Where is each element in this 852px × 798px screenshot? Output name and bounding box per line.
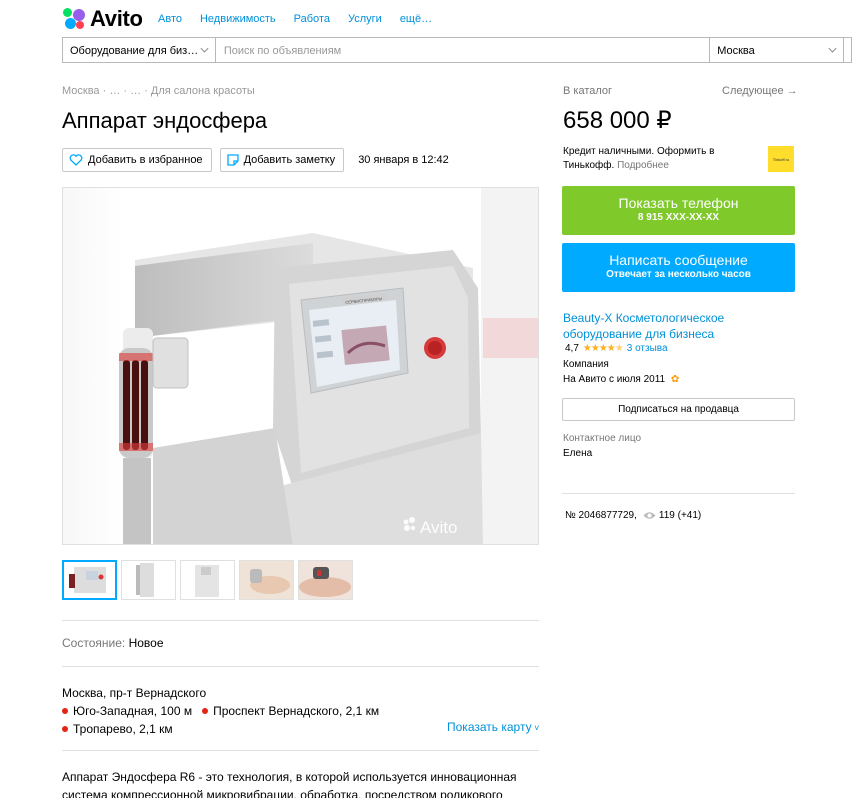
- add-to-favorites-button[interactable]: Добавить в избранное: [62, 148, 212, 172]
- category-select[interactable]: Оборудование для биз…: [62, 37, 215, 63]
- metro-icon: [202, 708, 209, 714]
- price: 658 000 ₽: [563, 107, 672, 134]
- phone-button-label: Показать телефон: [618, 195, 739, 211]
- divider: [62, 750, 539, 751]
- credit-offer[interactable]: Кредит наличными. Оформить в Тинькофф. П…: [563, 145, 758, 173]
- metro-name: Юго-Западная, 100 м: [73, 704, 193, 718]
- seller-since: На Авито с июля 2011 ✿: [563, 374, 679, 385]
- breadcrumb[interactable]: Москва · … · … · Для салона красоты: [62, 85, 255, 97]
- main-nav: Авто Недвижимость Работа Услуги ещё…: [158, 13, 450, 25]
- thumbnail-image: [64, 562, 115, 598]
- note-icon: [226, 154, 239, 166]
- chevron-down-icon: [200, 44, 209, 53]
- thumbnail-3[interactable]: [180, 560, 235, 600]
- main-photo[interactable]: СЕРВИСПРИБОРЫ Avito: [62, 187, 539, 545]
- svg-text:Avito: Avito: [420, 518, 458, 537]
- response-time: Отвечает за несколько часов: [606, 269, 751, 280]
- nav-jobs[interactable]: Работа: [294, 13, 330, 25]
- show-phone-button[interactable]: Показать телефон 8 915 XXX-XX-XX: [562, 186, 795, 235]
- logo-icon: [63, 8, 85, 30]
- add-note-button[interactable]: Добавить заметку: [219, 148, 345, 172]
- credit-more-link[interactable]: Подробнее: [617, 160, 669, 171]
- page-title: Аппарат эндосфера: [62, 108, 268, 133]
- nav-auto[interactable]: Авто: [158, 13, 182, 25]
- avito-logo[interactable]: Avito: [63, 6, 143, 32]
- metro-station: Тропарево, 2,1 км: [62, 720, 379, 738]
- badge-icon: ✿: [670, 374, 680, 385]
- thumbnail-image: [299, 561, 352, 599]
- thumbnail-2[interactable]: [121, 560, 176, 600]
- seller-name-link[interactable]: Beauty-X Косметологическое оборудование …: [563, 310, 763, 342]
- search-button[interactable]: [844, 37, 852, 63]
- metro-icon: [62, 708, 68, 714]
- divider: [62, 620, 539, 621]
- reviews-link[interactable]: 3 отзыва: [627, 343, 668, 354]
- nav-more[interactable]: ещё…: [400, 13, 432, 25]
- thumbnail-1[interactable]: [62, 560, 117, 600]
- contact-label: Контактное лицо: [563, 433, 642, 444]
- condition-label: Состояние:: [62, 636, 126, 650]
- message-button-label: Написать сообщение: [609, 252, 748, 268]
- search-bar: Оборудование для биз… Поиск по объявлени…: [62, 37, 852, 63]
- seller-since-text: На Авито с июля 2011: [563, 374, 666, 385]
- city-select[interactable]: Москва: [710, 37, 845, 63]
- rating-value: 4,7: [565, 343, 579, 354]
- top-bar: Avito Авто Недвижимость Работа Услуги ещ…: [0, 0, 852, 36]
- catalog-link[interactable]: В каталог: [563, 85, 612, 97]
- show-map-label: Показать карту: [447, 720, 532, 734]
- address-line: Москва, пр-т Вернадского: [62, 686, 207, 700]
- ad-number: № 2046877729,: [565, 510, 637, 521]
- chevron-down-icon: [828, 44, 837, 53]
- tinkoff-logo: Tinkoff.ru: [768, 146, 794, 172]
- city-value: Москва: [717, 45, 755, 57]
- metro-station: Юго-Западная, 100 м: [62, 702, 192, 720]
- thumbnail-image: [240, 561, 293, 599]
- eye-icon: [643, 512, 656, 519]
- condition-value: Новое: [128, 636, 164, 650]
- phone-number: 8 915 XXX-XX-XX: [637, 212, 720, 223]
- metro-name: Тропарево, 2,1 км: [73, 722, 173, 736]
- divider: [562, 493, 795, 494]
- ad-meta: № 2046877729, 119 (+41): [565, 510, 701, 521]
- description: Аппарат Эндосфера R6 - это технология, в…: [62, 770, 517, 798]
- show-map-link[interactable]: Показать карту ˅: [447, 720, 539, 734]
- category-value: Оборудование для биз…: [70, 45, 199, 57]
- photo-thumbnails: [62, 560, 353, 600]
- next-link[interactable]: Следующее →: [722, 85, 798, 97]
- divider: [62, 666, 539, 667]
- contact-name: Елена: [563, 448, 593, 459]
- seller-rating: 4,7 ★★★★★ 3 отзыва: [565, 343, 668, 354]
- metro-icon: [62, 726, 68, 732]
- condition: Состояние: Новое: [62, 636, 164, 650]
- metro-name: Проспект Вернадского, 2,1 км: [213, 704, 380, 718]
- logo-text: Avito: [90, 6, 143, 31]
- favorite-label: Добавить в избранное: [88, 154, 203, 166]
- metro-station: Проспект Вернадского, 2,1 км: [202, 702, 379, 720]
- write-message-button[interactable]: Написать сообщение Отвечает за несколько…: [562, 243, 795, 292]
- nav-realty[interactable]: Недвижимость: [200, 13, 276, 25]
- thumbnail-image: [122, 561, 175, 599]
- note-label: Добавить заметку: [243, 154, 336, 166]
- thumbnail-4[interactable]: [239, 560, 294, 600]
- product-photo: СЕРВИСПРИБОРЫ Avito: [63, 188, 538, 544]
- subscribe-button[interactable]: Подписаться на продавца: [562, 398, 795, 421]
- thumbnail-5[interactable]: [298, 560, 353, 600]
- heart-icon: [69, 154, 83, 166]
- seller-type: Компания: [563, 359, 609, 370]
- rating-stars-icon: ★★★★★: [582, 343, 624, 354]
- search-input[interactable]: Поиск по объявлениям: [214, 37, 711, 63]
- views-count: 119 (+41): [658, 510, 702, 521]
- publish-date: 30 января в 12:42: [358, 154, 449, 166]
- nav-services[interactable]: Услуги: [348, 13, 382, 25]
- item-actions: Добавить в избранное Добавить заметку 30…: [62, 148, 449, 172]
- thumbnail-image: [181, 561, 234, 599]
- chevron-down-icon: ˅: [531, 723, 540, 733]
- address-block: Москва, пр-т Вернадского Юго-Западная, 1…: [62, 684, 379, 738]
